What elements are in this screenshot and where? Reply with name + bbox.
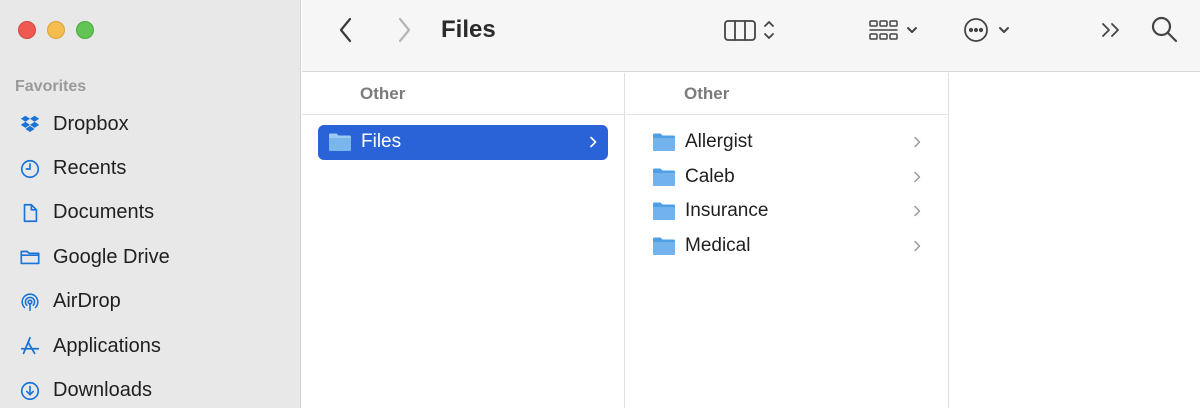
toolbar: Files (302, 0, 1200, 72)
airdrop-icon (18, 290, 42, 314)
sidebar-item-label: Downloads (53, 379, 152, 402)
chevron-right-icon (912, 125, 922, 160)
sidebar-item-applications[interactable]: Applications (0, 324, 300, 368)
sidebar-item-label: Recents (53, 157, 127, 180)
toolbar-overflow-button[interactable] (1098, 14, 1126, 46)
clock-icon (18, 157, 42, 181)
folder-icon (652, 167, 676, 187)
overflow-icon (1099, 18, 1125, 42)
folder-icon (652, 132, 676, 152)
dropbox-icon (18, 112, 42, 136)
sidebar-item-label: Documents (53, 201, 155, 224)
sidebar-item-label: Google Drive (53, 245, 170, 268)
action-ellipsis-icon (960, 15, 1020, 45)
sidebar-item-downloads[interactable]: Downloads (0, 368, 300, 408)
window-controls (18, 21, 94, 39)
back-button[interactable] (334, 14, 358, 46)
browser-column-2: Other Allergist Caleb Insurance Medical (626, 73, 949, 408)
search-icon (1149, 14, 1179, 44)
window-title: Files (441, 16, 496, 43)
folder-icon (18, 245, 42, 269)
folder-icon (328, 132, 352, 152)
sidebar-item-dropbox[interactable]: Dropbox (0, 102, 300, 146)
zoom-window-button[interactable] (76, 21, 94, 39)
view-mode-button[interactable] (722, 14, 786, 46)
search-button[interactable] (1148, 12, 1180, 46)
list-item-label: Caleb (685, 165, 735, 187)
browser-column-3 (950, 73, 1200, 408)
list-item-label: Insurance (685, 200, 769, 222)
sidebar-item-airdrop[interactable]: AirDrop (0, 280, 300, 324)
list-item-caleb[interactable]: Caleb (642, 160, 932, 195)
chevron-right-icon (395, 16, 413, 44)
column-header: Other (302, 73, 624, 115)
document-icon (18, 201, 42, 225)
sidebar-item-label: Applications (53, 334, 161, 357)
list-item-insurance[interactable]: Insurance (642, 194, 932, 229)
chevron-right-icon (588, 125, 598, 160)
column-items: Files (302, 115, 624, 160)
chevron-right-icon (912, 160, 922, 195)
forward-button[interactable] (392, 14, 416, 46)
list-item-allergist[interactable]: Allergist (642, 125, 932, 160)
list-item-medical[interactable]: Medical (642, 229, 932, 264)
close-window-button[interactable] (18, 21, 36, 39)
sidebar-list: Dropbox Recents Documents Google Drive A… (0, 102, 300, 408)
column-items: Allergist Caleb Insurance Medical (626, 115, 948, 263)
list-item-files[interactable]: Files (318, 125, 608, 160)
list-item-label: Allergist (685, 131, 753, 153)
group-button[interactable] (866, 14, 926, 46)
sidebar-item-label: Dropbox (53, 112, 129, 135)
list-item-label: Files (361, 131, 402, 153)
sidebar-item-label: AirDrop (53, 290, 121, 313)
action-menu-button[interactable] (960, 14, 1020, 46)
sidebar-item-documents[interactable]: Documents (0, 191, 300, 235)
folder-icon (652, 201, 676, 221)
chevron-right-icon (912, 229, 922, 264)
list-item-label: Medical (685, 235, 751, 257)
sidebar-item-google-drive[interactable]: Google Drive (0, 235, 300, 279)
sidebar: Favorites Dropbox Recents Documents Goog… (0, 0, 301, 408)
sidebar-heading-favorites: Favorites (15, 78, 87, 95)
browser-column-1: Other Files (302, 73, 625, 408)
group-icon (866, 15, 926, 45)
minimize-window-button[interactable] (47, 21, 65, 39)
column-view-icon (722, 15, 786, 45)
applications-icon (18, 334, 42, 358)
column-header: Other (626, 73, 948, 115)
chevron-right-icon (912, 194, 922, 229)
download-icon (18, 379, 42, 403)
sidebar-item-recents[interactable]: Recents (0, 146, 300, 190)
folder-icon (652, 236, 676, 256)
chevron-left-icon (337, 16, 355, 44)
